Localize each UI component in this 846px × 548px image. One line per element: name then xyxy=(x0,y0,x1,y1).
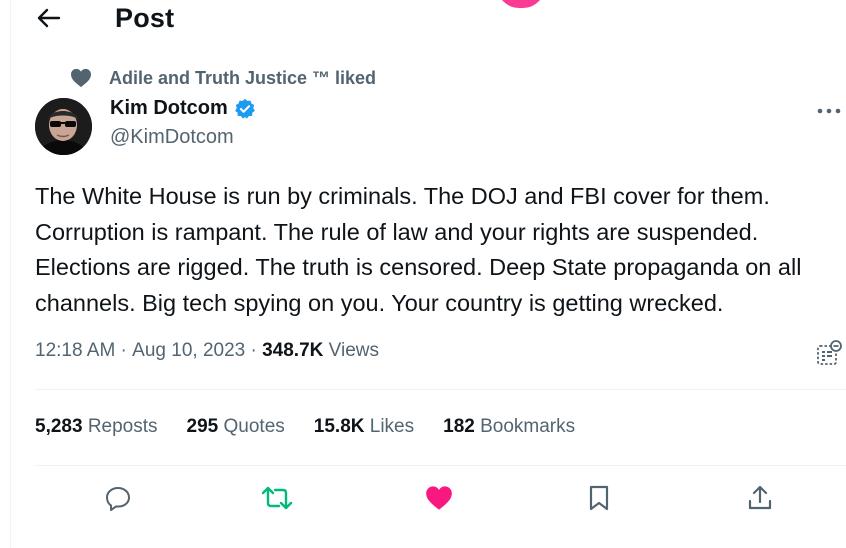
more-options-button[interactable] xyxy=(815,98,843,122)
more-icon xyxy=(817,101,841,119)
bookmark-icon xyxy=(587,484,611,517)
action-bar xyxy=(0,484,846,516)
tweet-text: The White House is run by criminals. The… xyxy=(35,183,802,316)
reply-button[interactable] xyxy=(102,484,134,516)
reply-icon xyxy=(104,484,132,517)
likes-stat[interactable]: 15.8K Likes xyxy=(314,416,414,438)
stat-label: Reposts xyxy=(82,416,158,437)
repost-icon xyxy=(261,484,293,517)
analytics-button[interactable] xyxy=(815,339,843,367)
share-button[interactable] xyxy=(744,484,776,516)
social-context-text: Adile and Truth Justice ™ liked xyxy=(109,67,377,88)
header: Post xyxy=(0,0,846,40)
stat-count: 5,283 xyxy=(35,416,83,437)
meta-separator: · xyxy=(245,340,263,361)
author-name-text: Kim Dotcom xyxy=(110,97,228,119)
stat-count: 15.8K xyxy=(313,416,365,437)
author-handle[interactable]: @KimDotcom xyxy=(110,126,234,149)
author-name[interactable]: Kim Dotcom xyxy=(110,97,256,120)
meta-separator: · xyxy=(115,340,133,361)
stat-count: 182 xyxy=(443,416,475,437)
quotes-stat[interactable]: 295 Quotes xyxy=(187,416,285,438)
like-button[interactable] xyxy=(423,484,455,516)
column-border xyxy=(10,0,11,548)
views-label: Views xyxy=(323,340,380,361)
divider xyxy=(35,465,846,466)
verified-badge-icon xyxy=(234,98,256,120)
back-button[interactable] xyxy=(34,6,64,34)
tweet-time[interactable]: 12:18 AM xyxy=(35,340,115,362)
share-icon xyxy=(746,484,774,517)
analytics-icon xyxy=(815,340,843,371)
avatar[interactable] xyxy=(35,98,92,155)
tweet-date[interactable]: Aug 10, 2023 xyxy=(132,340,245,362)
stat-label: Likes xyxy=(364,416,415,437)
tweet-meta: 12:18 AM · Aug 10, 2023 · 348.7K Views xyxy=(35,340,379,362)
social-context[interactable]: Adile and Truth Justice ™ liked xyxy=(68,66,376,90)
page-title: Post xyxy=(115,3,175,33)
stat-label: Quotes xyxy=(218,416,285,437)
divider xyxy=(35,389,846,390)
like-icon xyxy=(425,485,453,516)
arrow-left-icon xyxy=(37,8,61,33)
engagement-stats: 5,283 Reposts 295 Quotes 15.8K Likes 182… xyxy=(35,416,604,438)
bookmark-button[interactable] xyxy=(583,484,615,516)
stat-label: Bookmarks xyxy=(474,416,576,437)
heart-icon xyxy=(68,66,94,90)
stat-count: 295 xyxy=(186,416,219,437)
reposts-stat[interactable]: 5,283 Reposts xyxy=(35,416,158,438)
views-count: 348.7K xyxy=(262,340,324,361)
bookmarks-stat[interactable]: 182 Bookmarks xyxy=(443,416,575,438)
repost-button[interactable] xyxy=(261,484,293,516)
